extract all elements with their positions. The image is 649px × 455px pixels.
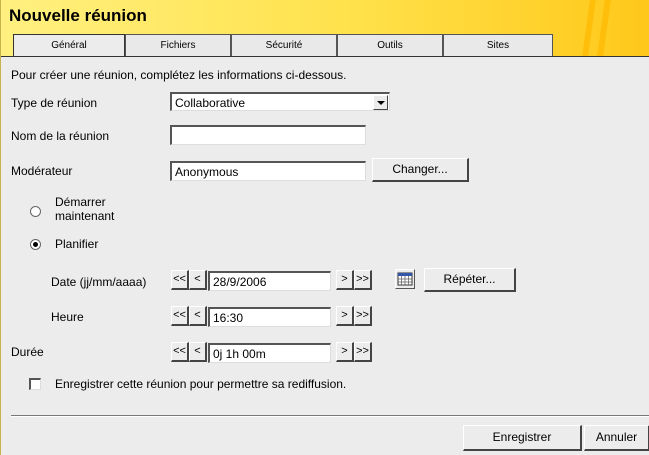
tab-security[interactable]: Sécurité: [231, 34, 337, 56]
intro-text: Pour créer une réunion, complétez les in…: [11, 68, 347, 82]
moderator-label: Modérateur: [11, 164, 73, 178]
duration-input[interactable]: 0j 1h 00m: [208, 343, 331, 363]
duration-next-button[interactable]: >: [336, 342, 354, 362]
meeting-type-label: Type de réunion: [11, 96, 98, 110]
tab-general[interactable]: Général: [13, 34, 125, 57]
date-prev-button[interactable]: <: [189, 270, 207, 290]
duration-prev-fast-button[interactable]: <<: [171, 342, 189, 362]
time-next-button[interactable]: >: [336, 306, 354, 326]
new-meeting-window: Nouvelle réunion Général Fichiers Sécuri…: [0, 0, 649, 455]
time-prev-button[interactable]: <: [189, 306, 207, 326]
duration-label: Durée: [11, 345, 44, 359]
title-bar: Nouvelle réunion Général Fichiers Sécuri…: [1, 0, 649, 57]
tab-files[interactable]: Fichiers: [125, 34, 231, 56]
window-title: Nouvelle réunion: [9, 6, 147, 25]
time-label: Heure: [51, 310, 84, 324]
duration-prev-button[interactable]: <: [189, 342, 207, 362]
meeting-type-value: Collaborative: [175, 96, 246, 110]
time-prev-fast-button[interactable]: <<: [171, 306, 189, 326]
change-moderator-button[interactable]: Changer...: [372, 158, 469, 182]
schedule-label: Planifier: [55, 237, 99, 251]
time-input[interactable]: 16:30: [208, 307, 331, 327]
date-next-button[interactable]: >: [336, 270, 354, 290]
meeting-name-label: Nom de la réunion: [11, 129, 110, 143]
start-now-label: Démarrer maintenant: [55, 195, 114, 223]
date-input[interactable]: 28/9/2006: [208, 271, 331, 291]
start-now-label-line1: Démarrer: [55, 195, 106, 209]
general-panel: Pour créer une réunion, complétez les in…: [1, 56, 649, 455]
time-next-fast-button[interactable]: >>: [354, 306, 372, 326]
calendar-icon[interactable]: [395, 269, 415, 289]
record-label: Enregistrer cette réunion pour permettre…: [55, 377, 347, 391]
meeting-name-input[interactable]: [170, 125, 366, 145]
tab-tools[interactable]: Outils: [337, 34, 443, 56]
chevron-down-icon[interactable]: [373, 95, 388, 110]
start-now-radio[interactable]: [30, 206, 41, 217]
record-checkbox[interactable]: [29, 378, 41, 390]
moderator-input[interactable]: Anonymous: [170, 161, 366, 181]
meeting-type-select[interactable]: Collaborative: [170, 92, 390, 111]
date-prev-fast-button[interactable]: <<: [171, 270, 189, 290]
start-now-label-line2: maintenant: [55, 209, 115, 223]
footer-divider: [11, 415, 649, 417]
cancel-button[interactable]: Annuler: [584, 425, 649, 451]
duration-next-fast-button[interactable]: >>: [354, 342, 372, 362]
date-next-fast-button[interactable]: >>: [354, 270, 372, 290]
schedule-radio[interactable]: [30, 239, 41, 250]
tab-sites[interactable]: Sites: [443, 34, 553, 56]
repeat-button[interactable]: Répéter...: [424, 268, 516, 292]
save-button[interactable]: Enregistrer: [463, 425, 582, 451]
date-label: Date (jj/mm/aaaa): [51, 275, 147, 289]
